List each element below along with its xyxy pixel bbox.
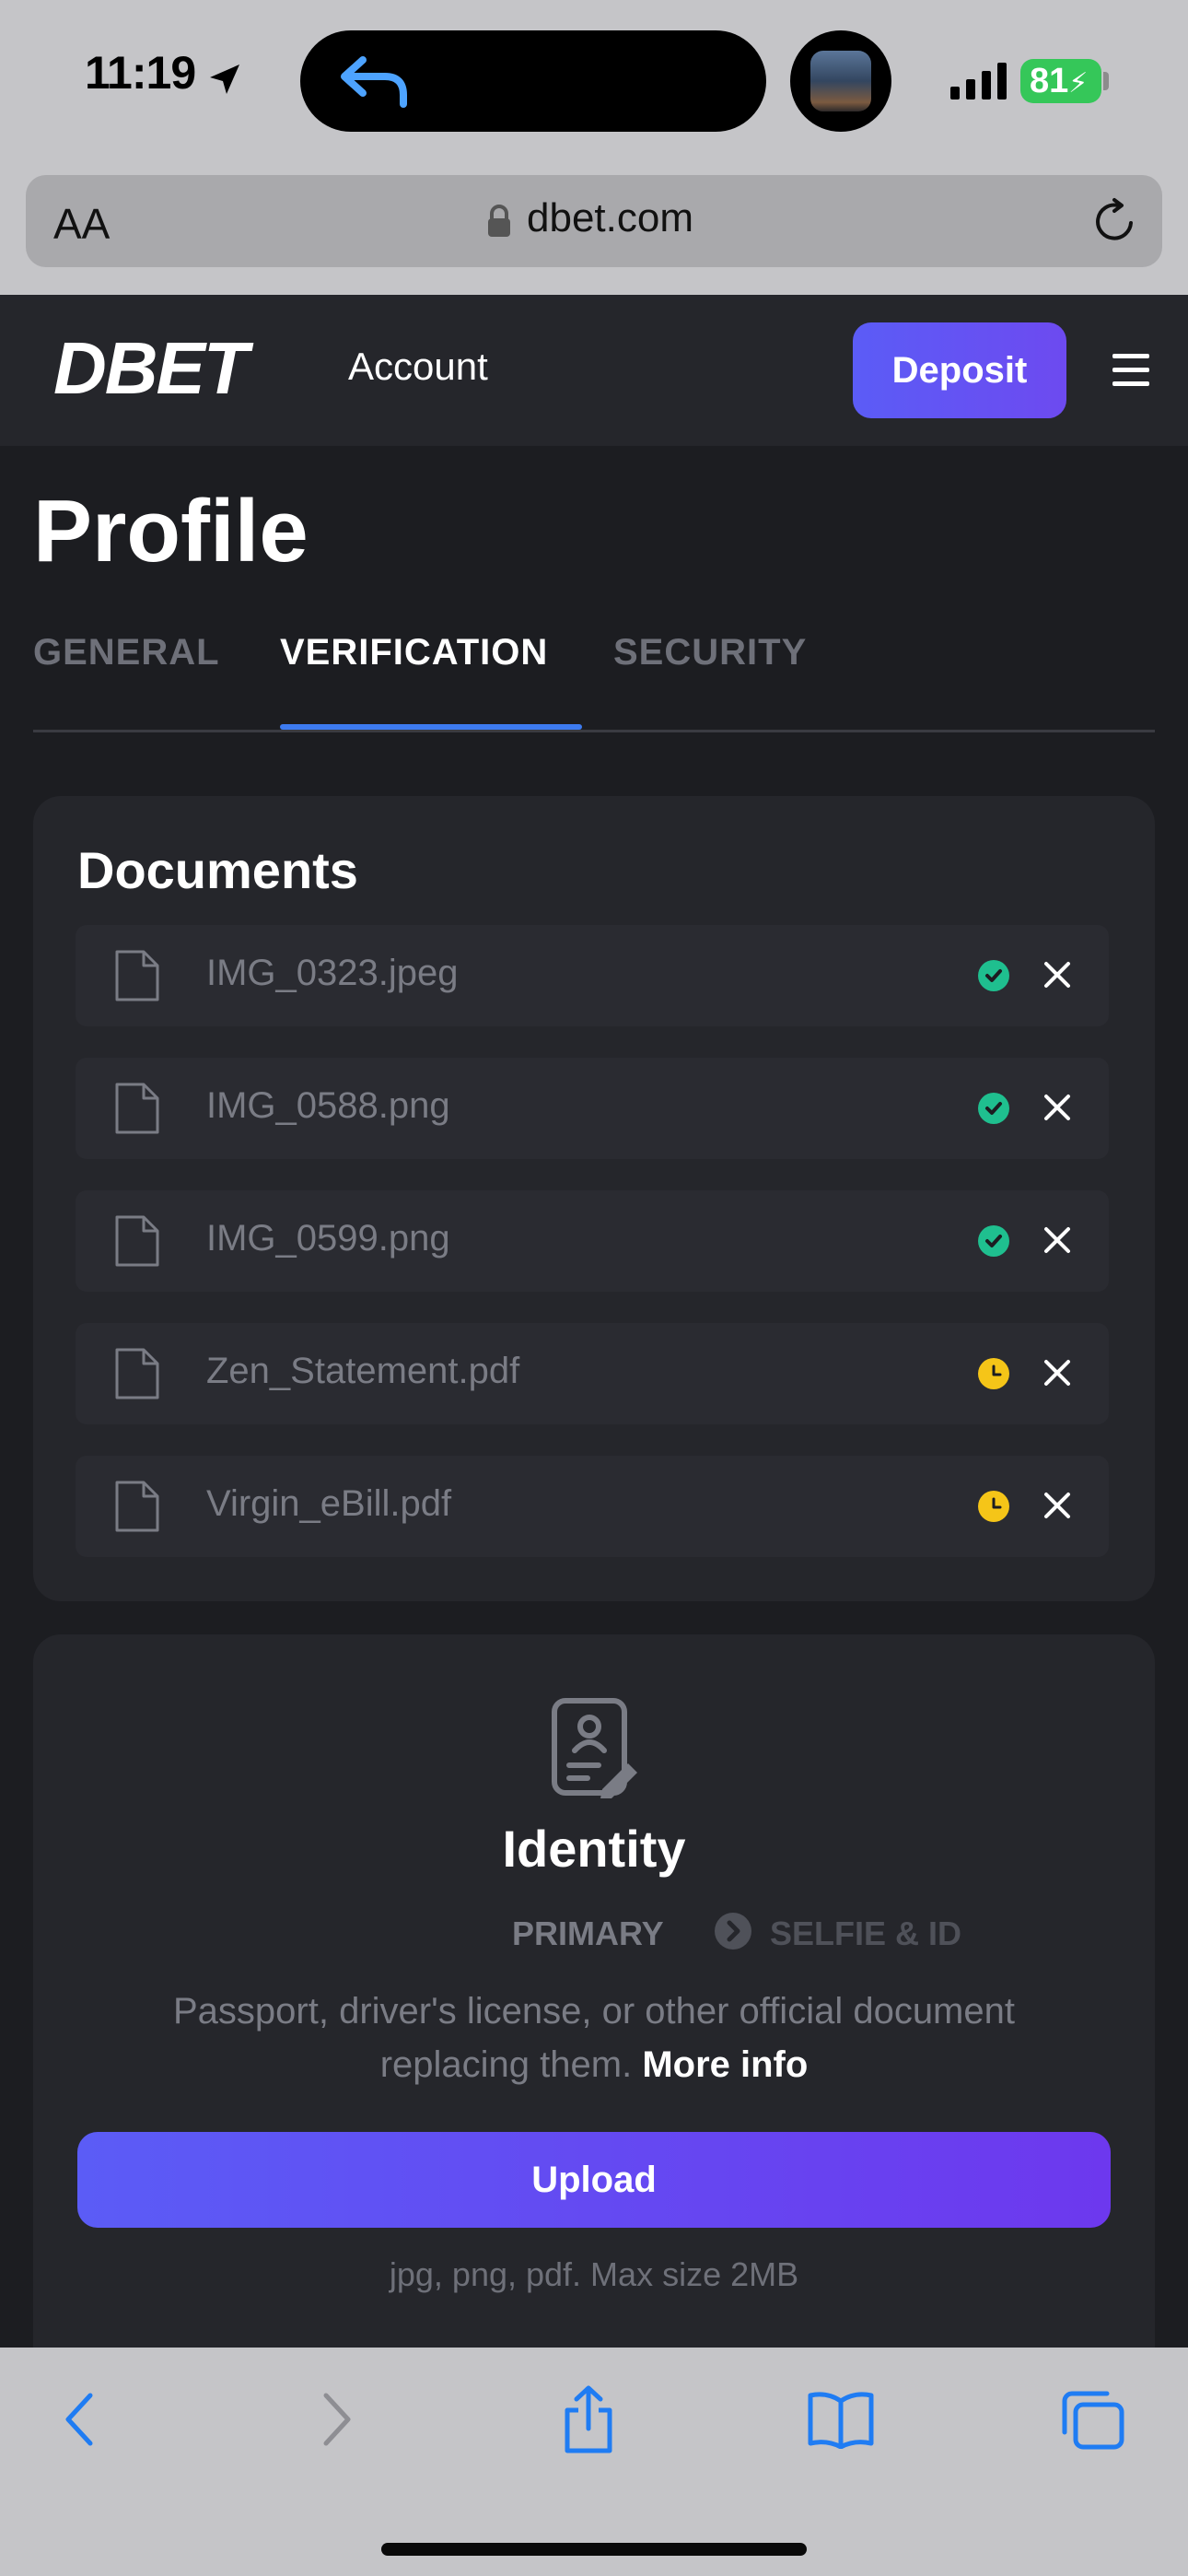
page-title: Profile [33,482,309,580]
tab-security[interactable]: SECURITY [613,632,807,673]
identity-description-text: Passport, driver's license, or other off… [173,1991,1015,2085]
text-size-button[interactable]: AA [53,199,110,249]
file-icon [115,1215,159,1267]
text-size-label: AA [53,200,111,248]
step-primary: PRIMARY [512,1914,664,1952]
battery-indicator: 81⚡ [1020,59,1101,103]
document-name: Virgin_eBill.pdf [206,1483,452,1524]
document-row: IMG_0323.jpeg [76,925,1109,1026]
status-time: 11:19 [85,47,196,99]
tab-general[interactable]: GENERAL [33,632,220,673]
file-icon [115,1083,159,1134]
cellular-signal-icon [950,63,1007,100]
upload-hint: jpg, png, pdf. Max size 2MB [389,2255,799,2293]
document-name: IMG_0599.png [206,1218,450,1259]
documents-title: Documents [77,841,358,899]
identity-title: Identity [502,1820,686,1878]
bookmarks-icon[interactable] [807,2390,875,2449]
file-icon [115,1481,159,1532]
tabs-icon[interactable] [1061,2390,1125,2451]
document-row: IMG_0588.png [76,1058,1109,1159]
status-bar: 11:19 81⚡ AA dbet.com [0,0,1188,267]
tab-verification[interactable]: VERIFICATION [280,632,548,673]
site-header: DBET Account Deposit [0,295,1188,446]
pending-clock-icon [978,1491,1009,1522]
document-name: IMG_0588.png [206,1085,450,1126]
back-icon[interactable] [61,2390,98,2449]
deposit-button[interactable]: Deposit [853,322,1066,418]
home-indicator [381,2543,807,2556]
document-name: IMG_0323.jpeg [206,953,459,993]
chevron-right-icon [715,1913,751,1950]
file-icon [115,950,159,1001]
location-arrow-icon [210,64,239,94]
reload-icon[interactable] [1090,197,1138,245]
document-row: Zen_Statement.pdf [76,1323,1109,1424]
charging-bolt-icon: ⚡ [1068,68,1089,99]
url-text: dbet.com [527,195,693,240]
document-row: IMG_0599.png [76,1190,1109,1292]
lock-icon [488,205,510,237]
id-document-icon [552,1698,637,1798]
thumbnail-image [810,51,871,111]
upload-button[interactable]: Upload [77,2132,1111,2228]
live-activity-thumbnail[interactable] [790,30,891,132]
active-tab-indicator [280,724,582,730]
approved-check-icon [978,960,1009,991]
remove-document-icon[interactable] [1041,958,1074,991]
approved-check-icon [978,1225,1009,1257]
share-icon[interactable] [562,2384,615,2454]
dynamic-island [300,30,766,132]
remove-document-icon[interactable] [1041,1091,1074,1124]
profile-tabs: GENERAL VERIFICATION SECURITY [33,628,1155,732]
remove-document-icon[interactable] [1041,1224,1074,1257]
document-name: Zen_Statement.pdf [206,1351,520,1391]
account-nav-link[interactable]: Account [348,345,488,389]
documents-card: Documents IMG_0323.jpeg IMG_0588.png IMG… [33,796,1155,1601]
battery-cap [1103,72,1109,90]
identity-description: Passport, driver's license, or other off… [107,1985,1081,2091]
dbet-logo[interactable]: DBET [53,326,249,411]
battery-level: 81 [1030,62,1069,100]
identity-steps: PRIMARY SELFIE & ID [33,1911,1155,1966]
remove-document-icon[interactable] [1041,1356,1074,1389]
document-row: Virgin_eBill.pdf [76,1456,1109,1557]
more-info-link[interactable]: More info [642,2044,808,2085]
address-bar-field[interactable]: AA dbet.com [26,175,1162,267]
approved-check-icon [978,1093,1009,1124]
forward-icon[interactable] [319,2390,355,2449]
hamburger-menu-icon[interactable] [1111,352,1151,389]
back-arrow-icon[interactable] [337,53,411,110]
remove-document-icon[interactable] [1041,1489,1074,1522]
pending-clock-icon [978,1358,1009,1389]
browser-toolbar [0,2348,1188,2576]
step-selfie-and-id: SELFIE & ID [770,1914,962,1952]
file-icon [115,1348,159,1399]
